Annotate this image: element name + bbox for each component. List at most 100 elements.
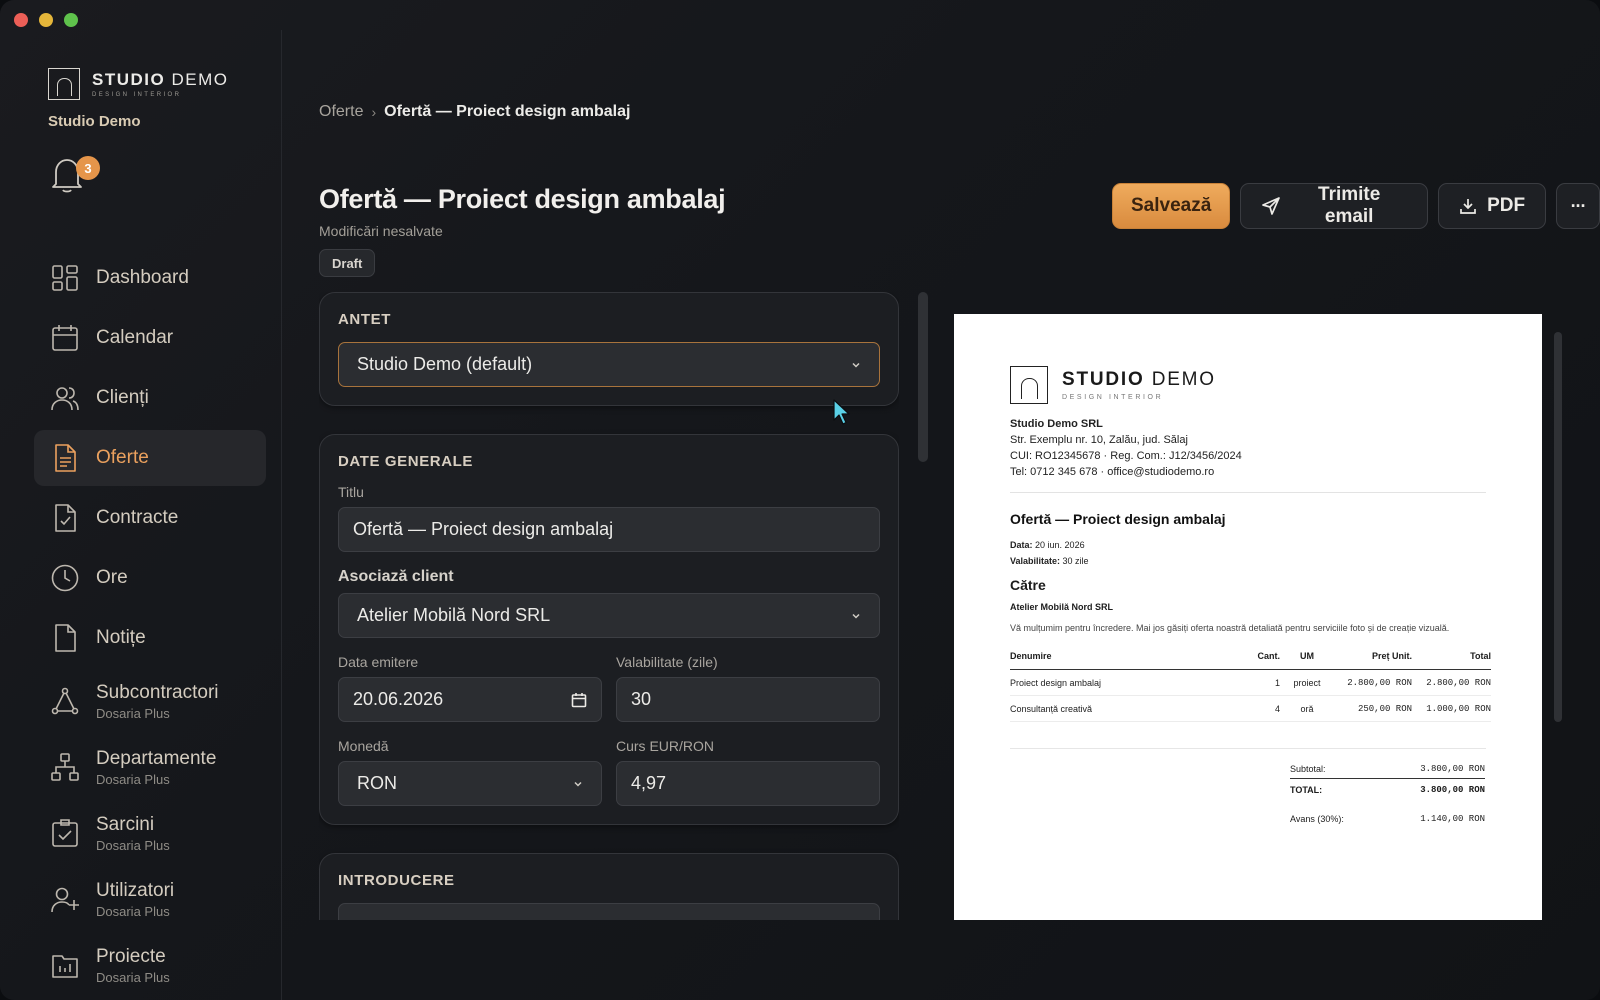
save-button[interactable]: Salvează <box>1112 183 1231 229</box>
introduction-heading: INTRODUCERE <box>338 872 455 889</box>
document-icon <box>55 444 76 472</box>
brand-logo[interactable]: STUDIO DEMO DESIGN INTERIOR <box>48 68 228 100</box>
general-heading: DATE GENERALE <box>338 453 474 470</box>
breadcrumb-oferte-link[interactable]: Oferte <box>319 103 363 121</box>
sidebar-item-calendar[interactable]: Calendar <box>34 310 266 366</box>
close-window-button[interactable] <box>14 13 28 27</box>
sidebar-item-sarcini[interactable]: Sarcini Dosaria Plus <box>34 802 266 864</box>
exchange-rate-value: 4,97 <box>631 773 667 793</box>
sidebar-nav: Dashboard Calendar Clienți Oferte Contra… <box>34 250 266 1000</box>
header-actions: Salvează Trimite email PDF ··· <box>1112 183 1600 229</box>
validity-input[interactable]: 30 <box>616 677 880 722</box>
clock-icon <box>51 564 79 592</box>
preview-address: Str. Exemplu nr. 10, Zalău, jud. Sălaj <box>1010 434 1188 446</box>
preview-validity: 30 zile <box>1062 556 1089 566</box>
title-input[interactable]: Ofertă — Proiect design ambalaj <box>338 507 880 552</box>
document-preview: STUDIO DEMO DESIGN INTERIOR Studio Demo … <box>954 292 1564 920</box>
sidebar-item-label: Ore <box>96 567 128 588</box>
send-icon <box>1262 197 1281 215</box>
col-cant: Cant. <box>1240 651 1280 670</box>
minimize-window-button[interactable] <box>39 13 53 27</box>
preview-company-info: Studio Demo SRL Str. Exemplu nr. 10, Zal… <box>1010 416 1486 480</box>
table-row: Proiect design ambalaj 1 proiect 2.800,0… <box>1010 669 1491 696</box>
sidebar-item-ore[interactable]: Ore <box>34 550 266 606</box>
breadcrumb: Oferte › Ofertă — Proiect design ambalaj <box>319 103 630 121</box>
send-email-button[interactable]: Trimite email <box>1240 183 1429 229</box>
chevron-down-icon <box>852 613 860 619</box>
sidebar-item-label: Utilizatori <box>96 879 175 901</box>
page-title: Ofertă — Proiect design ambalaj <box>319 184 726 214</box>
contract-icon <box>55 504 76 532</box>
more-icon: ··· <box>1570 195 1587 216</box>
grid-icon <box>52 265 78 291</box>
chevron-down-icon <box>574 781 582 787</box>
sidebar-item-subcontractori[interactable]: Subcontractori Dosaria Plus <box>34 670 266 732</box>
antet-heading: ANTET <box>338 311 391 328</box>
col-pret: Preț Unit. <box>1334 651 1412 670</box>
preview-brand-name: STUDIO DEMO <box>1062 369 1216 390</box>
preview-scrollbar[interactable] <box>1554 332 1562 722</box>
download-icon <box>1460 199 1476 214</box>
client-select[interactable]: Atelier Mobilă Nord SRL <box>338 593 880 638</box>
advance-value: 1.140,00 RON <box>1420 814 1485 824</box>
issue-date-input[interactable]: 20.06.2026 <box>338 677 602 722</box>
antet-card: ANTET Studio Demo (default) <box>319 292 899 406</box>
sidebar-item-dashboard[interactable]: Dashboard <box>34 250 266 306</box>
sidebar-item-sublabel: Dosaria Plus <box>96 903 170 919</box>
currency-label: Monedă <box>338 738 389 754</box>
sidebar-item-label: Proiecte <box>96 945 166 967</box>
preview-to-heading: Către <box>1010 577 1046 593</box>
currency-value: RON <box>357 773 397 793</box>
logo-arch-icon <box>48 68 80 100</box>
sidebar-item-sublabel: Dosaria Plus <box>96 705 170 721</box>
sidebar-item-clienti[interactable]: Clienți <box>34 370 266 426</box>
client-label: Asociază client <box>338 568 454 585</box>
introduction-card: INTRODUCERE <box>319 853 899 920</box>
sidebar-item-sublabel: Dosaria Plus <box>96 771 170 787</box>
preview-meta: Data: 20 iun. 2026 Valabilitate: 30 zile <box>1010 540 1089 566</box>
letterhead-select[interactable]: Studio Demo (default) <box>338 342 880 387</box>
users-icon <box>51 387 79 411</box>
maximize-window-button[interactable] <box>64 13 78 27</box>
sidebar-item-utilizatori[interactable]: Utilizatori Dosaria Plus <box>34 868 266 930</box>
title-label: Titlu <box>338 484 364 500</box>
subtotal-value: 3.800,00 RON <box>1420 764 1485 774</box>
sidebar-item-contracte[interactable]: Contracte <box>34 490 266 546</box>
letterhead-value: Studio Demo (default) <box>357 354 533 374</box>
sidebar-item-label: Contracte <box>96 507 179 528</box>
save-button-label: Salvează <box>1131 195 1212 216</box>
app-window: STUDIO DEMO DESIGN INTERIOR Studio Demo … <box>0 0 1600 1000</box>
preview-registry: CUI: RO12345678 · Reg. Com.: J12/3456/20… <box>1010 450 1242 462</box>
sidebar-item-proiecte[interactable]: Proiecte Dosaria Plus <box>34 934 266 996</box>
sidebar-item-notite[interactable]: Notițe <box>34 610 266 666</box>
download-pdf-button[interactable]: PDF <box>1438 183 1547 229</box>
send-email-label: Trimite email <box>1318 184 1381 227</box>
validity-value: 30 <box>631 689 652 709</box>
brand-tagline: DESIGN INTERIOR <box>92 92 182 98</box>
org-chart-icon <box>51 753 79 781</box>
network-icon <box>51 687 79 715</box>
sidebar-item-oferte[interactable]: Oferte <box>34 430 266 486</box>
more-options-button[interactable]: ··· <box>1556 183 1600 229</box>
unsaved-changes-text: Modificări nesalvate <box>319 223 443 239</box>
title-value: Ofertă — Proiect design ambalaj <box>353 519 614 539</box>
pdf-label: PDF <box>1487 195 1526 216</box>
sidebar-item-departamente[interactable]: Departamente Dosaria Plus <box>34 736 266 798</box>
sidebar-item-label: Sarcini <box>96 813 155 835</box>
col-um: UM <box>1280 651 1334 670</box>
brand-name: STUDIO DEMO <box>92 70 229 89</box>
introduction-input[interactable] <box>338 903 880 920</box>
logo-arch-icon <box>1010 366 1048 404</box>
form-scrollbar[interactable] <box>918 292 928 462</box>
offer-form: ANTET Studio Demo (default) DATE GENERAL… <box>319 292 899 920</box>
exchange-rate-input[interactable]: 4,97 <box>616 761 880 806</box>
preview-brand: STUDIO DEMO DESIGN INTERIOR <box>1010 366 1486 404</box>
currency-select[interactable]: RON <box>338 761 602 806</box>
notification-count-badge: 3 <box>76 156 100 180</box>
folder-icon <box>52 955 78 978</box>
chevron-right-icon: › <box>371 104 377 120</box>
sidebar-item-label: Notițe <box>96 627 146 648</box>
exchange-rate-label: Curs EUR/RON <box>616 738 715 754</box>
preview-title: Ofertă — Proiect design ambalaj <box>1010 511 1226 527</box>
calendar-picker-icon[interactable] <box>571 692 587 708</box>
